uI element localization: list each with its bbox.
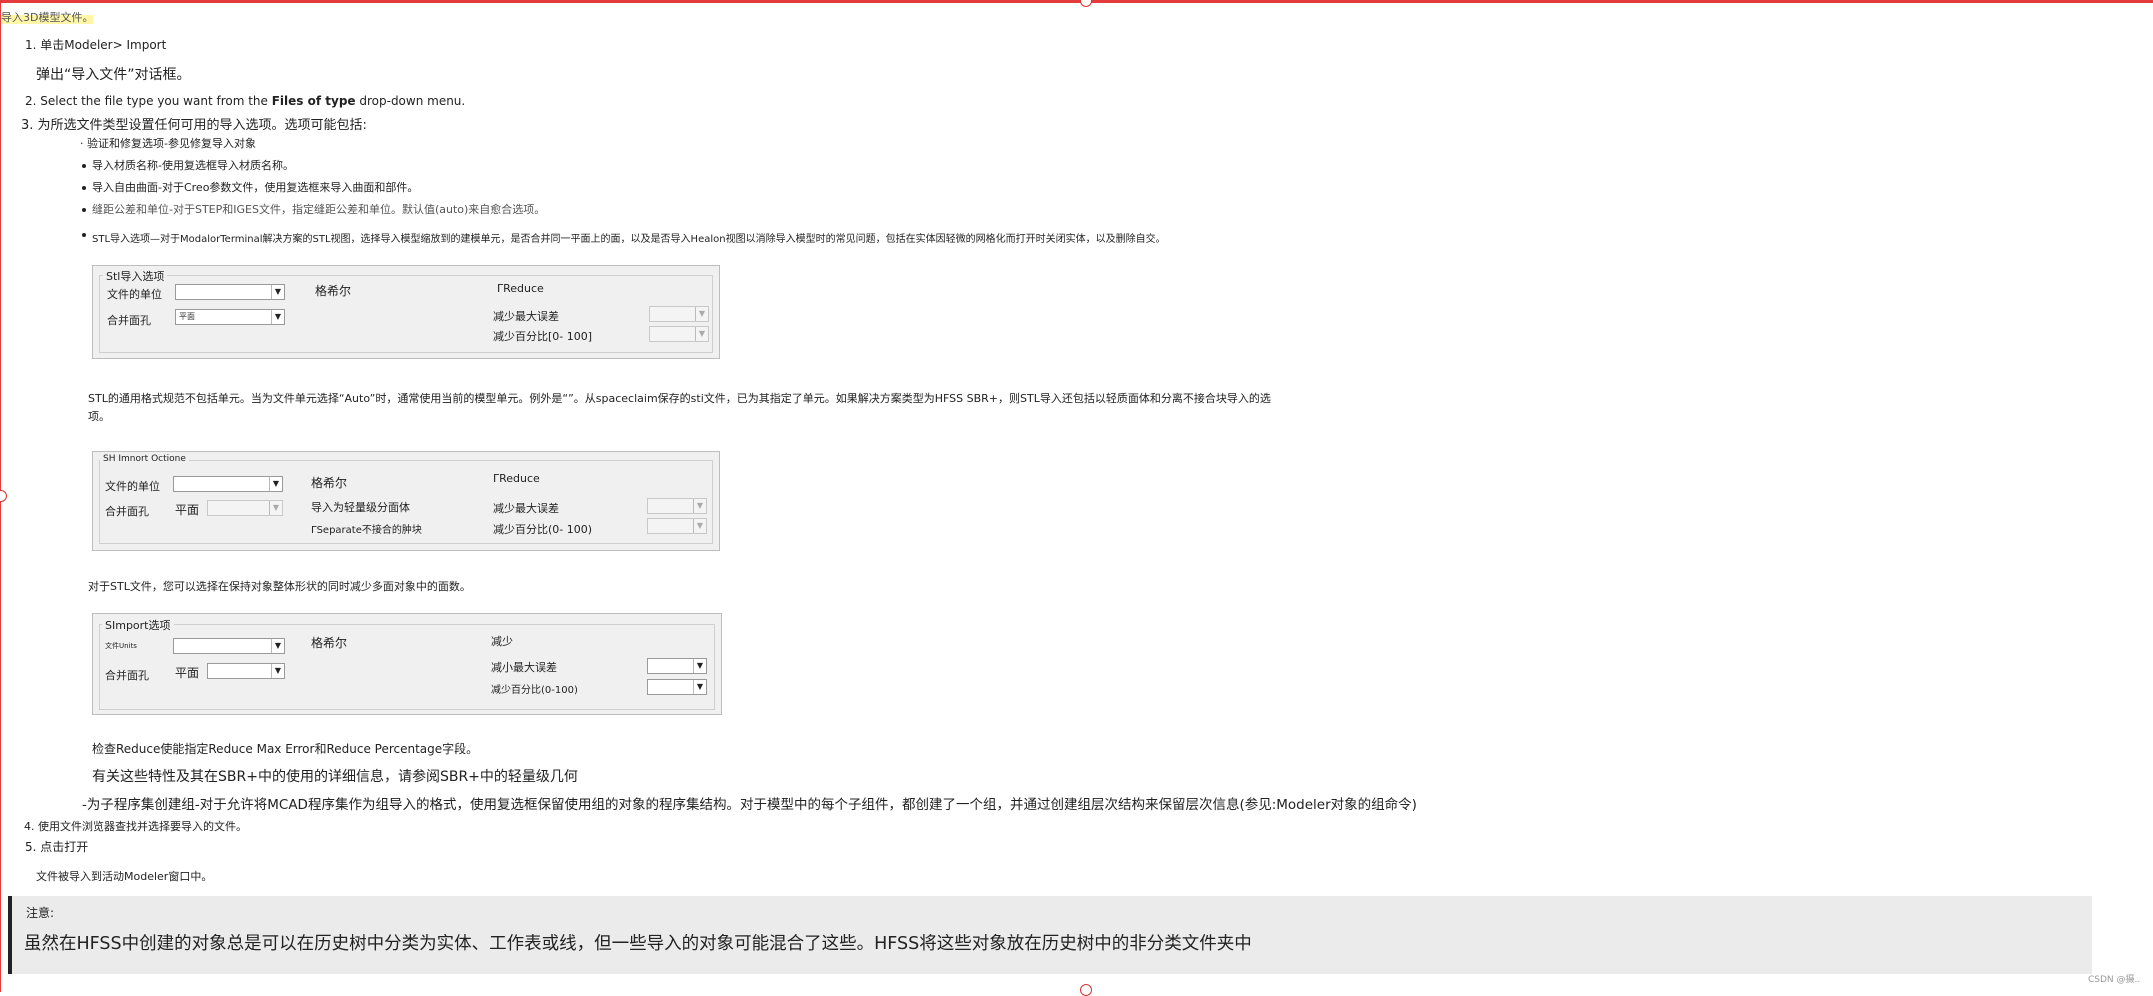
units-dropdown[interactable]: ▼ [175,284,285,300]
units-label: 文件的单位 [105,480,160,493]
step-2: 2. Select the file type you want from th… [25,94,466,108]
chevron-down-icon: ▼ [269,501,282,515]
units-dropdown[interactable]: ▼ [173,638,285,654]
percent-dropdown[interactable]: ▼ [649,326,709,342]
option-stl-import: STL导入选项—对于ModalorTerminal解决方案的STL视图，选择导入… [92,234,1166,245]
step-5-result: 文件被导入到活动Modeler窗口中。 [36,870,213,883]
note-box: 注意: 虽然在HFSS中创建的对象总是可以在历史树中分类为实体、工作表或线，但一… [8,896,2092,974]
merge-faces-dropdown[interactable]: ▼ [207,663,285,679]
option-stitch-tolerance: 缝距公差和单位-对于STEP和IGES文件，指定缝距公差和单位。默认值(auto… [92,203,546,216]
panel-2-legend: SH Imnort Octione [100,454,189,464]
step-1: 1. 单击Modeler> Import [25,38,167,52]
chevron-down-icon: ▼ [693,519,706,533]
intro-text: 导入3D模型文件。 [1,11,94,24]
max-error-dropdown[interactable]: ▼ [647,658,707,674]
merge-faces-dropdown[interactable]: ▼ [207,500,283,516]
reduce-checkbox-label[interactable]: 减少 [491,633,513,649]
step-4: 4. 使用文件浏览器查找并选择要导入的文件。 [24,820,247,833]
reduce-faces-paragraph: 对于STL文件，您可以选择在保持对象整体形状的同时减少多面对象中的面数。 [88,580,471,593]
merge-faces-dropdown[interactable]: 平面 ▼ [175,309,285,325]
watermark: CSDN @摄.. [2088,975,2141,985]
resize-handle-left[interactable] [0,490,7,502]
chevron-down-icon: ▼ [693,680,706,694]
option-validate: · 验证和修复选项-参见修复导入对象 [80,137,256,150]
merge-faces-label: 合并面孔 [107,314,151,327]
chevron-down-icon: ▼ [269,477,282,491]
heal-checkbox-label[interactable]: 格希尔 [311,634,347,651]
max-error-label: 减小最大误差 [491,661,557,674]
step-3: 3. 为所选文件类型设置任何可用的导入选项。选项可能包括: [21,118,367,133]
chevron-down-icon: ▼ [271,310,284,324]
units-label: 文件的单位 [107,288,162,301]
note-text: 虽然在HFSS中创建的对象总是可以在历史树中分类为实体、工作表或线，但一些导入的… [24,934,1252,954]
note-label: 注意: [26,906,55,920]
chevron-down-icon: ▼ [271,285,284,299]
stl-units-paragraph-line-1: STL的通用格式规范不包括单元。当为文件单元选择“Auto”时，通常使用当前的模… [88,392,1271,405]
stl-units-paragraph-line-2: 项。 [88,410,110,423]
selection-frame-top [0,0,2153,3]
merge-faces-label: 合并面孔 [105,505,149,518]
merge-faces-value: 平面 [175,666,200,680]
chevron-down-icon: ▼ [271,639,284,653]
percent-label: 减少百分比[0- 100] [493,330,593,343]
resize-handle-top[interactable] [1080,0,1092,7]
chevron-down-icon: ▼ [693,499,706,513]
max-error-label: 减少最大误差 [493,310,559,323]
heal-checkbox-label[interactable]: 格希尔 [315,282,351,299]
reduce-check-paragraph: 检查Reduce使能指定Reduce Max Error和Reduce Perc… [92,742,479,756]
chevron-down-icon: ▼ [271,664,284,678]
separate-checkbox-label[interactable]: ΓSeparate不接合的肿块 [311,521,422,536]
units-dropdown[interactable]: ▼ [173,476,283,492]
sbr-lightweight-paragraph: 有关这些特性及其在SBR+中的使用的详细信息，请参阅SBR+中的轻量级几何 [92,769,578,785]
percent-label: 减少百分比(0-100) [491,685,578,696]
units-label: 文件Units [105,642,137,650]
max-error-dropdown[interactable]: ▼ [647,498,707,514]
chevron-down-icon: ▼ [693,659,706,673]
panel-3-legend: SImport选项 [102,617,174,633]
reduce-checkbox-label[interactable]: ΓReduce [493,472,540,485]
step-1-result: 弹出“导入文件”对话框。 [36,67,191,83]
stl-import-options-panel-2: SH Imnort Octione 文件的单位 ▼ 合并面孔 平面 ▼ 格希尔 … [92,451,720,551]
chevron-down-icon: ▼ [695,327,708,341]
max-error-dropdown[interactable]: ▼ [649,306,709,322]
percent-dropdown[interactable]: ▼ [647,679,707,695]
stl-import-options-panel-3: SImport选项 文件Units ▼ 合并面孔 平面 ▼ 格希尔 减少 减小最… [92,613,722,715]
resize-handle-bottom[interactable] [1080,984,1092,996]
option-material-names: 导入材质名称-使用复选框导入材质名称。 [92,159,294,172]
chevron-down-icon: ▼ [695,307,708,321]
merge-faces-value: 平面 [175,503,200,517]
group-subassembly-paragraph: -为子程序集创建组-对于允许将MCAD程序集作为组导入的格式，使用复选框保留使用… [82,797,1417,813]
percent-dropdown[interactable]: ▼ [647,518,707,534]
merge-faces-label: 合并面孔 [105,669,149,682]
stl-import-options-panel-1: Stl导入选项 文件的单位 ▼ 合并面孔 平面 ▼ 格希尔 ΓReduce 减少最… [92,265,720,359]
step-5: 5. 点击打开 [25,840,89,854]
heal-checkbox-label[interactable]: 格希尔 [311,474,347,491]
lightweight-checkbox-label[interactable]: 导入为轻量级分面体 [311,499,410,515]
max-error-label: 减少最大误差 [493,502,559,515]
reduce-checkbox-label[interactable]: ΓReduce [497,282,544,295]
percent-label: 减少百分比(0- 100) [493,523,593,536]
panel-1-legend: Stl导入选项 [103,268,168,284]
option-free-surfaces: 导入自由曲面-对于Creo参数文件，使用复选框来导入曲面和部件。 [92,181,419,194]
